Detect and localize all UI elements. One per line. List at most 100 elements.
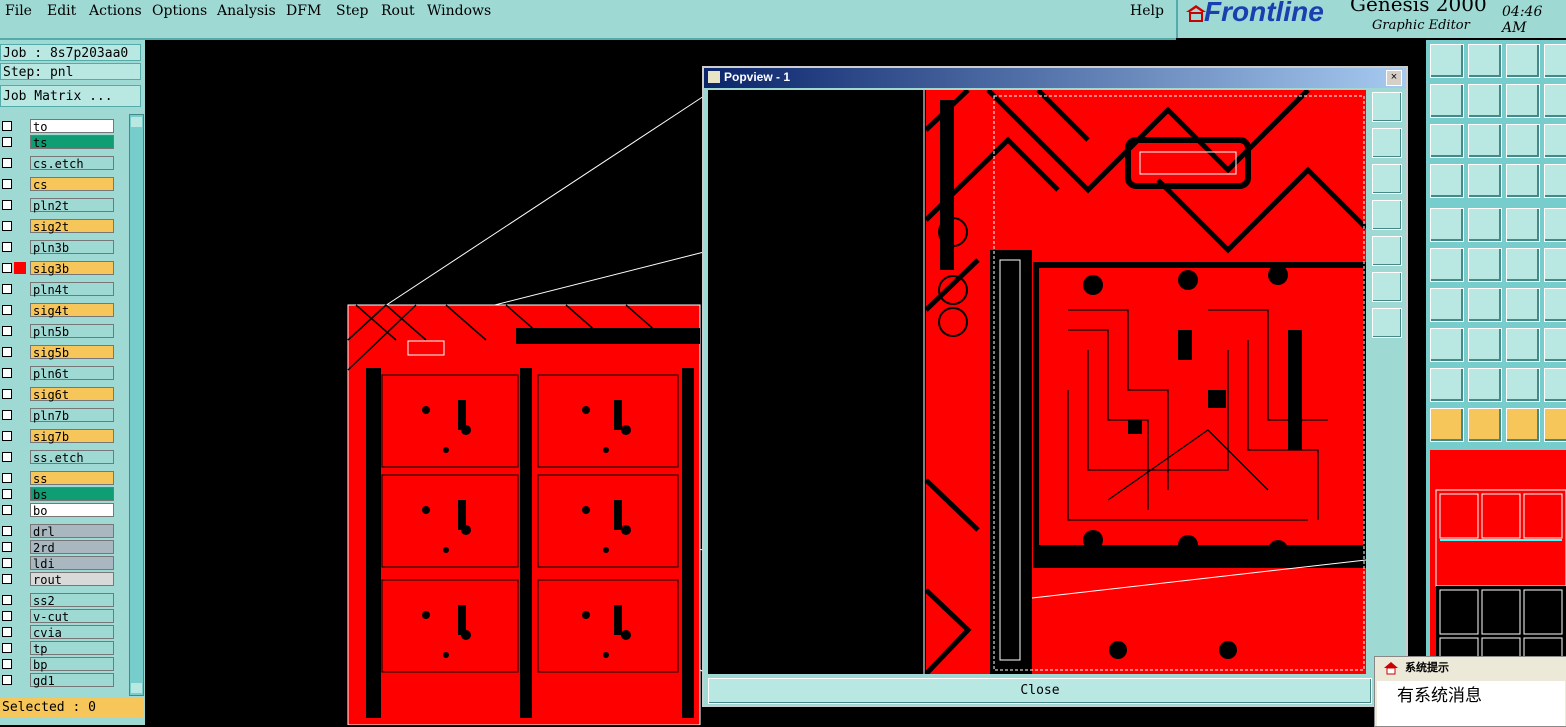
tool-draw-icon[interactable] [1468,208,1502,242]
layer-affected-checkbox[interactable] [2,505,12,515]
layer-row-sig2t[interactable]: sig2t [0,218,116,234]
layer-row-bs[interactable]: bs [0,486,116,502]
tool-pen-icon[interactable] [1468,288,1502,322]
layer-name[interactable]: ts [30,135,114,150]
layer-row-drl[interactable]: drl [0,523,116,539]
layer-row-sig6t[interactable]: sig6t [0,386,116,402]
layer-name[interactable]: bs [30,487,114,502]
layer-name[interactable]: drl [30,524,114,539]
tool-scale-icon[interactable] [1506,124,1540,158]
layer-affected-checkbox[interactable] [2,305,12,315]
menu-rout[interactable]: Rout [381,3,415,19]
layer-row-gd1[interactable]: gd1 [0,672,116,688]
menu-edit[interactable]: Edit [47,3,76,19]
layer-affected-checkbox[interactable] [2,675,12,685]
layer-row-bo[interactable]: bo [0,502,116,518]
layer-affected-checkbox[interactable] [2,158,12,168]
layer-name[interactable]: 2rd [30,540,114,555]
layer-row-to[interactable]: to [0,118,116,134]
layer-name[interactable]: bo [30,503,114,518]
tool-extra7-icon[interactable] [1544,288,1566,322]
layer-affected-checkbox[interactable] [2,179,12,189]
layer-affected-checkbox[interactable] [2,595,12,605]
layer-affected-checkbox[interactable] [2,284,12,294]
menu-help[interactable]: Help [1130,3,1164,19]
layer-row-bp[interactable]: bp [0,656,116,672]
tool-arc-icon[interactable] [1506,288,1540,322]
scroll-down-arrow-icon[interactable] [131,683,142,693]
layer-row-tp[interactable]: tp [0,640,116,656]
tool-tri-a-icon[interactable] [1430,368,1464,402]
layer-affected-checkbox[interactable] [2,347,12,357]
tool-cross-icon[interactable] [1468,248,1502,282]
layer-name[interactable]: pln5b [30,324,114,339]
layer-row-ss[interactable]: ss [0,470,116,486]
tool-tri-c-icon[interactable] [1506,368,1540,402]
overview-map[interactable] [1430,450,1566,672]
layer-name[interactable]: sig2t [30,219,114,234]
layer-row-sig3b[interactable]: sig3b [0,260,116,276]
layer-row-rout[interactable]: rout [0,571,116,587]
layer-affected-checkbox[interactable] [2,242,12,252]
layer-affected-checkbox[interactable] [2,452,12,462]
close-icon[interactable]: × [1386,70,1402,86]
layer-affected-checkbox[interactable] [2,473,12,483]
tool-extra10-icon[interactable] [1544,408,1566,442]
layer-row-2rd[interactable]: 2rd [0,539,116,555]
tool-undo-icon[interactable] [1506,84,1540,118]
layer-affected-checkbox[interactable] [2,389,12,399]
tool-dash-icon[interactable] [1468,328,1502,362]
tool-extra2-icon[interactable] [1544,84,1566,118]
menu-windows[interactable]: Windows [427,3,491,19]
popview-canvas[interactable] [708,90,1366,674]
menu-file[interactable]: File [5,3,32,19]
tool-pointer-icon[interactable] [1468,408,1502,442]
layer-name[interactable]: ss2 [30,593,114,608]
layer-name[interactable]: cvia [30,625,114,640]
layer-affected-checkbox[interactable] [2,137,12,147]
layer-affected-checkbox[interactable] [2,526,12,536]
tool-split-icon[interactable] [1506,328,1540,362]
layer-affected-checkbox[interactable] [2,326,12,336]
scroll-up-arrow-icon[interactable] [131,117,142,127]
layer-row-ldi[interactable]: ldi [0,555,116,571]
tool-rotate-icon[interactable] [1506,408,1540,442]
popview-expand-icon[interactable] [1372,272,1402,302]
job-matrix-button[interactable]: Job Matrix ... [0,85,141,107]
layer-row-pln2t[interactable]: pln2t [0,197,116,213]
layer-affected-checkbox[interactable] [2,643,12,653]
layer-row-v-cut[interactable]: v-cut [0,608,116,624]
tool-settings-icon[interactable] [1430,164,1464,198]
layer-name[interactable]: ss [30,471,114,486]
tool-extra5-icon[interactable] [1544,208,1566,242]
layer-affected-checkbox[interactable] [2,121,12,131]
tool-pad-icon[interactable] [1430,328,1464,362]
layer-affected-checkbox[interactable] [2,489,12,499]
layer-name[interactable]: cs.etch [30,156,114,171]
layer-name[interactable]: sig7b [30,429,114,444]
layer-name[interactable]: cs [30,177,114,192]
layer-name[interactable]: gd1 [30,673,114,688]
layer-name[interactable]: sig4t [30,303,114,318]
tool-select-icon[interactable] [1430,408,1464,442]
menu-actions[interactable]: Actions [89,3,142,19]
layer-affected-checkbox[interactable] [2,611,12,621]
layer-name[interactable]: sig5b [30,345,114,360]
layer-row-cvia[interactable]: cvia [0,624,116,640]
layer-affected-checkbox[interactable] [2,368,12,378]
layer-affected-checkbox[interactable] [2,410,12,420]
menu-analysis[interactable]: Analysis [217,3,276,19]
layer-row-pln7b[interactable]: pln7b [0,407,116,423]
layer-name[interactable]: sig3b [30,261,114,276]
popview-fit-icon[interactable] [1372,128,1402,158]
layer-row-pln4t[interactable]: pln4t [0,281,116,297]
layer-list-scrollbar[interactable] [129,114,144,696]
layer-name[interactable]: pln2t [30,198,114,213]
layer-row-ts[interactable]: ts [0,134,116,150]
tool-zoom-out-icon[interactable] [1468,84,1502,118]
layer-affected-checkbox[interactable] [2,221,12,231]
layer-name[interactable]: pln6t [30,366,114,381]
layer-row-cs[interactable]: cs [0,176,116,192]
layer-name[interactable]: to [30,119,114,134]
layer-row-sig4t[interactable]: sig4t [0,302,116,318]
